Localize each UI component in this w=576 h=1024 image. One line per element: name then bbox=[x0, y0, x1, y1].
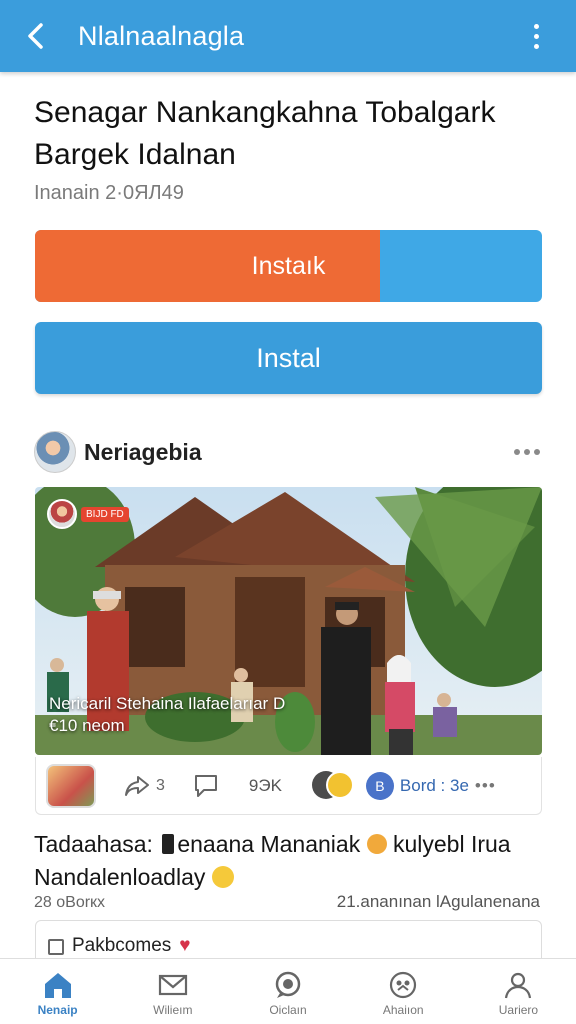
post-meta-count: 28 oBorкx bbox=[34, 894, 106, 911]
progress-button-label: Instaık bbox=[251, 251, 326, 280]
install-progress-button[interactable]: Instaık bbox=[35, 230, 542, 302]
install-button[interactable]: Instal bbox=[35, 322, 542, 394]
comment-icon bbox=[194, 774, 217, 797]
related-card-label: Pakbсomes bbox=[72, 935, 172, 956]
post-meta-info: 21.ananınan lAgulanenana bbox=[336, 892, 540, 911]
author-avatar[interactable] bbox=[34, 431, 76, 473]
article-headline: Senagar Nankangkahna Tobalgark Bargek Id… bbox=[34, 96, 496, 171]
post-text: Tadaahasa: enaana Mananiak kulyebl Irua … bbox=[34, 828, 554, 894]
post-text-part2: enaana Mananiak bbox=[177, 831, 367, 857]
author-name[interactable]: Neriagebia bbox=[84, 439, 202, 466]
share-arrow-icon bbox=[125, 775, 149, 796]
bottom-navigation: Nenaip Wilieım Oiclaın Ahaiıon Uariero bbox=[0, 958, 576, 1024]
back-arrow-icon bbox=[28, 23, 43, 49]
badge-tag: BIJD FD bbox=[81, 506, 129, 522]
nav-mail[interactable]: Wilieım bbox=[115, 959, 230, 1024]
photo-caption-line: €10 neom bbox=[49, 716, 125, 735]
photo-caption-line: Nericaril Stehaina Ilafaelarıar D bbox=[49, 694, 286, 713]
nav-home-label: Nenaip bbox=[37, 1003, 78, 1017]
nav-badge-label: Ahaiıon bbox=[382, 1003, 424, 1017]
emoji-icon bbox=[366, 834, 387, 854]
views-count: 9ЭK bbox=[248, 775, 282, 795]
sticker-thumbnail[interactable] bbox=[46, 763, 96, 808]
nav-chat-label: Oiclaın bbox=[269, 1003, 307, 1017]
nav-profile-label: Uariero bbox=[498, 1003, 539, 1017]
comment-button[interactable] bbox=[193, 773, 219, 799]
badge-avatar bbox=[47, 499, 77, 529]
share-count: 3 bbox=[156, 776, 165, 794]
nav-chat[interactable]: Oiclaın bbox=[230, 959, 345, 1024]
nav-home[interactable]: Nenaip bbox=[0, 959, 115, 1024]
nav-mail-label: Wilieım bbox=[153, 1003, 193, 1017]
photo-caption: Nericaril Stehaina Ilafaelarıar D €10 neo… bbox=[49, 693, 529, 737]
board-button[interactable]: B Bord : 3e ••• bbox=[365, 771, 496, 800]
back-button[interactable] bbox=[0, 0, 72, 72]
board-more-icon[interactable]: ••• bbox=[475, 776, 496, 796]
article-subline: Inanain 2·0ЯЛ49 bbox=[34, 182, 184, 204]
post-more-icon[interactable] bbox=[514, 449, 540, 455]
nav-badge[interactable]: Ahaiıon bbox=[346, 959, 461, 1024]
live-badge[interactable]: BIJD FD bbox=[47, 499, 129, 529]
chat-bubble-icon bbox=[275, 971, 301, 998]
phone-glyph-icon bbox=[162, 834, 175, 854]
post-action-bar: 3 9ЭK B Bord : 3e ••• bbox=[35, 757, 542, 815]
post-photo[interactable]: BIJD FD Nericaril Stehaina Ilafaelarıar … bbox=[35, 487, 542, 755]
post-text-part1: Tadaahasa: bbox=[34, 831, 160, 857]
mail-icon bbox=[158, 974, 187, 996]
post-header: Neriagebia bbox=[34, 430, 542, 474]
badge-icon bbox=[390, 971, 417, 999]
smile-emoji-icon bbox=[211, 866, 234, 888]
board-icon: B bbox=[365, 771, 394, 800]
heart-icon: ♥ bbox=[179, 935, 191, 956]
share-button[interactable]: 3 bbox=[124, 774, 165, 798]
more-vertical-icon[interactable] bbox=[516, 14, 556, 58]
board-label: Bord : 3e bbox=[399, 775, 469, 795]
document-icon bbox=[48, 939, 64, 955]
home-icon bbox=[44, 973, 71, 998]
reaction-emoji-icon[interactable] bbox=[311, 769, 356, 803]
nav-profile[interactable]: Uariero bbox=[461, 959, 576, 1024]
app-title: Nlalnaalnagla bbox=[78, 20, 245, 51]
person-icon bbox=[505, 972, 532, 999]
app-bar: Nlalnaalnagla bbox=[0, 0, 576, 72]
